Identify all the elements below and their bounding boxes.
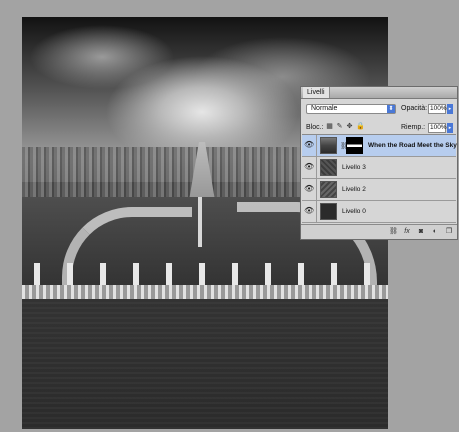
fill-label: Riemp.:	[401, 124, 426, 131]
layer-thumbnail	[320, 203, 337, 220]
layer-name: Livello 2	[342, 186, 366, 193]
add-mask-icon[interactable]: ◙	[417, 227, 425, 236]
panel-titlebar[interactable]: Livelli	[301, 87, 457, 99]
blend-mode-value: Normale	[311, 105, 338, 112]
link-layers-icon[interactable]: ⛓	[389, 227, 398, 236]
eye-icon[interactable]: 👁	[304, 162, 314, 172]
divider	[316, 135, 317, 156]
layer-row[interactable]: 👁 Livello 0	[302, 201, 456, 223]
layer-thumbnail	[320, 159, 337, 176]
layer-row[interactable]: 👁 ⛓ When the Road Meet the Sky	[302, 135, 457, 157]
eye-icon[interactable]: 👁	[304, 184, 314, 194]
adjustment-layer-icon[interactable]: ◐	[431, 227, 439, 236]
blend-mode-select[interactable]: Normale ⬍	[306, 104, 396, 114]
panel-footer: ⛓ fx ◙ ◐ ❐	[301, 224, 457, 239]
layers-panel: Livelli Normale ⬍ Opacità: 100% ▸ Bloc.:…	[300, 86, 458, 240]
fill-input[interactable]: 100%	[428, 123, 447, 133]
layer-row[interactable]: 👁 Livello 2	[302, 179, 456, 201]
new-layer-icon[interactable]: ❐	[445, 227, 453, 236]
layer-thumbnail	[320, 181, 337, 198]
layer-mask-thumbnail[interactable]	[346, 137, 363, 154]
tab-layers[interactable]: Livelli	[303, 87, 330, 98]
opacity-slider-arrow-icon[interactable]: ▸	[447, 104, 453, 114]
divider	[316, 201, 317, 222]
layers-list: 👁 ⛓ When the Road Meet the Sky 👁 Livello…	[302, 134, 457, 225]
fill-slider-arrow-icon[interactable]: ▸	[447, 123, 453, 133]
obelisk	[198, 197, 202, 247]
opacity-label: Opacità:	[401, 105, 428, 112]
statues-row	[22, 263, 388, 287]
lock-label: Bloc.:	[306, 124, 324, 131]
layer-name: Livello 0	[342, 208, 366, 215]
lock-paint-icon[interactable]: ✎	[336, 123, 343, 131]
layer-name: When the Road Meet the Sky	[368, 142, 457, 149]
fx-icon[interactable]: fx	[403, 227, 411, 236]
divider	[316, 157, 317, 178]
lock-transparency-icon[interactable]: ▦	[326, 123, 333, 131]
divider	[316, 179, 317, 200]
layer-thumbnail	[320, 137, 337, 154]
opacity-input[interactable]: 100%	[428, 104, 447, 114]
layer-name: Livello 3	[342, 164, 366, 171]
balustrade	[22, 285, 388, 299]
lock-move-icon[interactable]: ✥	[346, 123, 353, 131]
dark-ground-texture	[22, 299, 388, 429]
lock-all-icon[interactable]: 🔒	[356, 123, 365, 131]
eye-icon[interactable]: 👁	[304, 140, 314, 150]
dropdown-arrow-icon[interactable]: ⬍	[387, 105, 395, 113]
layer-row[interactable]: 👁 Livello 3	[302, 157, 456, 179]
eye-icon[interactable]: 👁	[304, 206, 314, 216]
